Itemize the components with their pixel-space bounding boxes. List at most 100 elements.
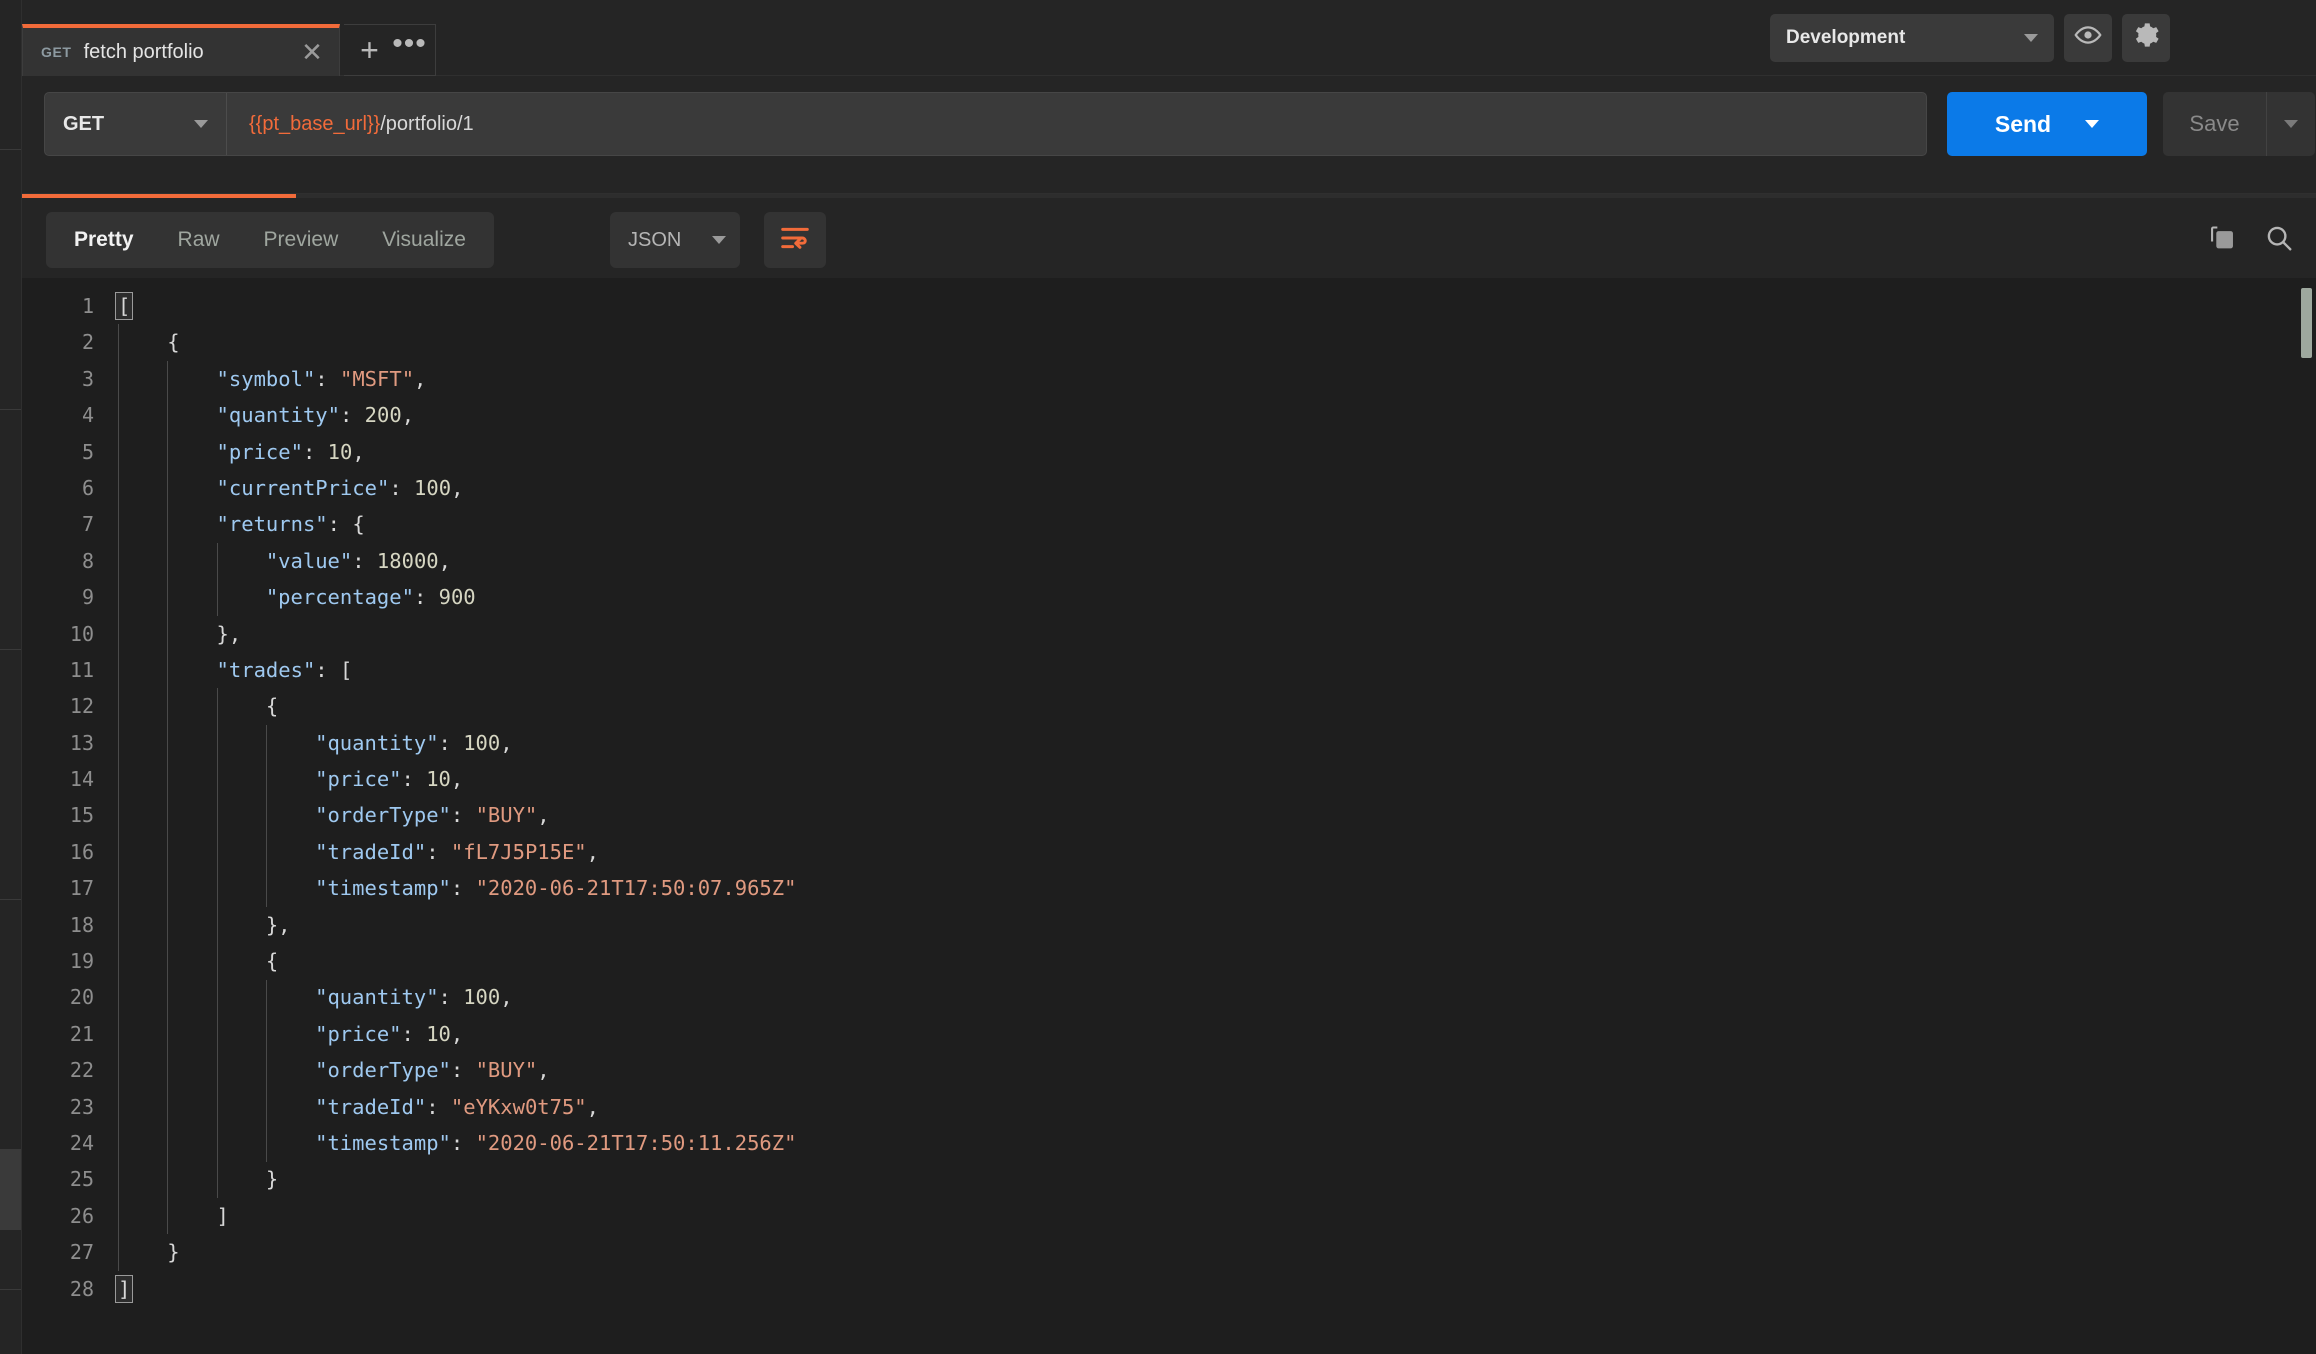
- tab-preview[interactable]: Preview: [242, 212, 361, 268]
- rail-segment[interactable]: [0, 150, 21, 410]
- chevron-down-icon[interactable]: [2085, 120, 2099, 128]
- code-text: "orderType": "BUY",: [315, 1052, 550, 1088]
- request-tab-strip: GET fetch portfolio ✕ + •••: [22, 0, 1752, 76]
- code-line: 5"price": 10,: [22, 434, 2316, 470]
- save-button[interactable]: Save: [2163, 92, 2267, 156]
- json-punct: :: [426, 1095, 451, 1119]
- url-input[interactable]: {{pt_base_url}}/portfolio/1: [227, 93, 1926, 155]
- json-key: "value": [266, 549, 352, 573]
- code-line: 14 "price": 10,: [22, 761, 2316, 797]
- save-button-group: Save: [2163, 92, 2315, 156]
- line-number: 3: [22, 361, 94, 397]
- response-scrollbar[interactable]: [2300, 282, 2312, 1350]
- json-number: 100: [414, 476, 451, 500]
- code-line: 1[: [22, 288, 2316, 324]
- line-number: 18: [22, 907, 94, 943]
- json-key: "quantity": [217, 403, 340, 427]
- code-text: "value": 18000,: [266, 543, 451, 579]
- chevron-down-icon: [194, 120, 208, 128]
- environment-selector[interactable]: Development: [1770, 14, 2054, 62]
- json-punct: ,: [500, 731, 512, 755]
- code-line: 22"orderType": "BUY",: [22, 1052, 2316, 1088]
- line-number: 21: [22, 1016, 94, 1052]
- response-format-selector[interactable]: JSON: [610, 212, 740, 268]
- json-punct: :: [439, 731, 464, 755]
- code-text: "timestamp": "2020-06-21T17:50:11.256Z": [315, 1125, 796, 1161]
- line-number: 17: [22, 870, 94, 906]
- send-label: Send: [1995, 111, 2051, 138]
- json-key: "symbol": [217, 367, 316, 391]
- code-text: "tradeId": "fL7J5P15E",: [315, 834, 599, 870]
- json-code-lines: 1[2{3"symbol": "MSFT",4"quantity": 200,5…: [22, 278, 2316, 1354]
- line-number: 12: [22, 688, 94, 724]
- code-text: "price": 10,: [315, 761, 463, 797]
- response-toolbar: Pretty Raw Preview Visualize JSON: [22, 198, 2316, 278]
- tab-raw[interactable]: Raw: [156, 212, 242, 268]
- code-line: 24 "timestamp": "2020-06-21T17:50:11.256Z…: [22, 1125, 2316, 1161]
- gear-icon: [2131, 20, 2161, 55]
- request-tab-fetch-portfolio[interactable]: GET fetch portfolio ✕: [22, 24, 340, 76]
- code-line: 16"tradeId": "fL7J5P15E",: [22, 834, 2316, 870]
- rail-segment[interactable]: [0, 900, 21, 1150]
- tab-pretty[interactable]: Pretty: [52, 212, 156, 268]
- line-number: 24: [22, 1125, 94, 1161]
- code-line: 23"tradeId": "eYKxw0t75",: [22, 1089, 2316, 1125]
- code-line: 18},: [22, 907, 2316, 943]
- copy-button[interactable]: [2208, 224, 2236, 257]
- code-text: },: [266, 907, 291, 943]
- json-string: "eYKxw0t75": [451, 1095, 587, 1119]
- http-method-selector[interactable]: GET: [45, 93, 227, 155]
- json-key: "returns": [217, 512, 328, 536]
- json-punct: ]: [217, 1204, 229, 1228]
- line-number: 28: [22, 1271, 94, 1307]
- code-text: {: [167, 324, 179, 360]
- json-punct: :: [340, 403, 365, 427]
- code-line: 8"value": 18000,: [22, 543, 2316, 579]
- code-text: "percentage": 900: [266, 579, 476, 615]
- chevron-down-icon: [2284, 120, 2298, 128]
- line-number: 2: [22, 324, 94, 360]
- tab-overflow-menu-button[interactable]: •••: [384, 24, 436, 76]
- chevron-down-icon: [712, 236, 726, 244]
- rail-segment[interactable]: [0, 650, 21, 900]
- tab-visualize[interactable]: Visualize: [360, 212, 488, 268]
- word-wrap-toggle-button[interactable]: [764, 212, 826, 268]
- response-body-viewer[interactable]: 1[2{3"symbol": "MSFT",4"quantity": 200,5…: [22, 278, 2316, 1354]
- collapsed-sidebar-rail[interactable]: [0, 0, 22, 1354]
- json-punct: :: [352, 549, 377, 573]
- settings-button[interactable]: [2122, 14, 2170, 62]
- json-punct: }: [167, 1240, 179, 1264]
- scrollbar-thumb[interactable]: [2301, 288, 2312, 358]
- line-number: 14: [22, 761, 94, 797]
- rail-segment[interactable]: [0, 410, 21, 650]
- rail-segment[interactable]: [0, 1150, 21, 1230]
- line-number: 20: [22, 979, 94, 1015]
- search-button[interactable]: [2264, 223, 2294, 258]
- json-key: "price": [315, 1022, 401, 1046]
- environment-quick-look-button[interactable]: [2064, 14, 2112, 62]
- line-number: 23: [22, 1089, 94, 1125]
- send-button[interactable]: Send: [1947, 92, 2147, 156]
- line-number: 6: [22, 470, 94, 506]
- json-key: "orderType": [315, 803, 451, 827]
- json-number: 10: [426, 767, 451, 791]
- environment-bar: Development: [1752, 0, 2316, 76]
- code-line: 19{: [22, 943, 2316, 979]
- save-options-button[interactable]: [2267, 92, 2315, 156]
- json-punct: },: [266, 913, 291, 937]
- json-punct: :: [389, 476, 414, 500]
- code-line: 17"timestamp": "2020-06-21T17:50:07.965Z…: [22, 870, 2316, 906]
- json-punct: :: [451, 1058, 476, 1082]
- code-line: 13"quantity": 100,: [22, 725, 2316, 761]
- close-icon[interactable]: ✕: [299, 39, 325, 65]
- rail-segment[interactable]: [0, 1230, 21, 1290]
- code-text: [: [118, 288, 130, 324]
- json-punct: :: [426, 840, 451, 864]
- json-punct: [: [116, 293, 132, 319]
- code-text: {: [266, 943, 278, 979]
- json-key: "timestamp": [315, 876, 451, 900]
- code-line: 9"percentage": 900: [22, 579, 2316, 615]
- url-path-text: /portfolio/1: [380, 113, 473, 136]
- rail-segment[interactable]: [0, 0, 21, 150]
- code-text: "orderType": "BUY",: [315, 797, 550, 833]
